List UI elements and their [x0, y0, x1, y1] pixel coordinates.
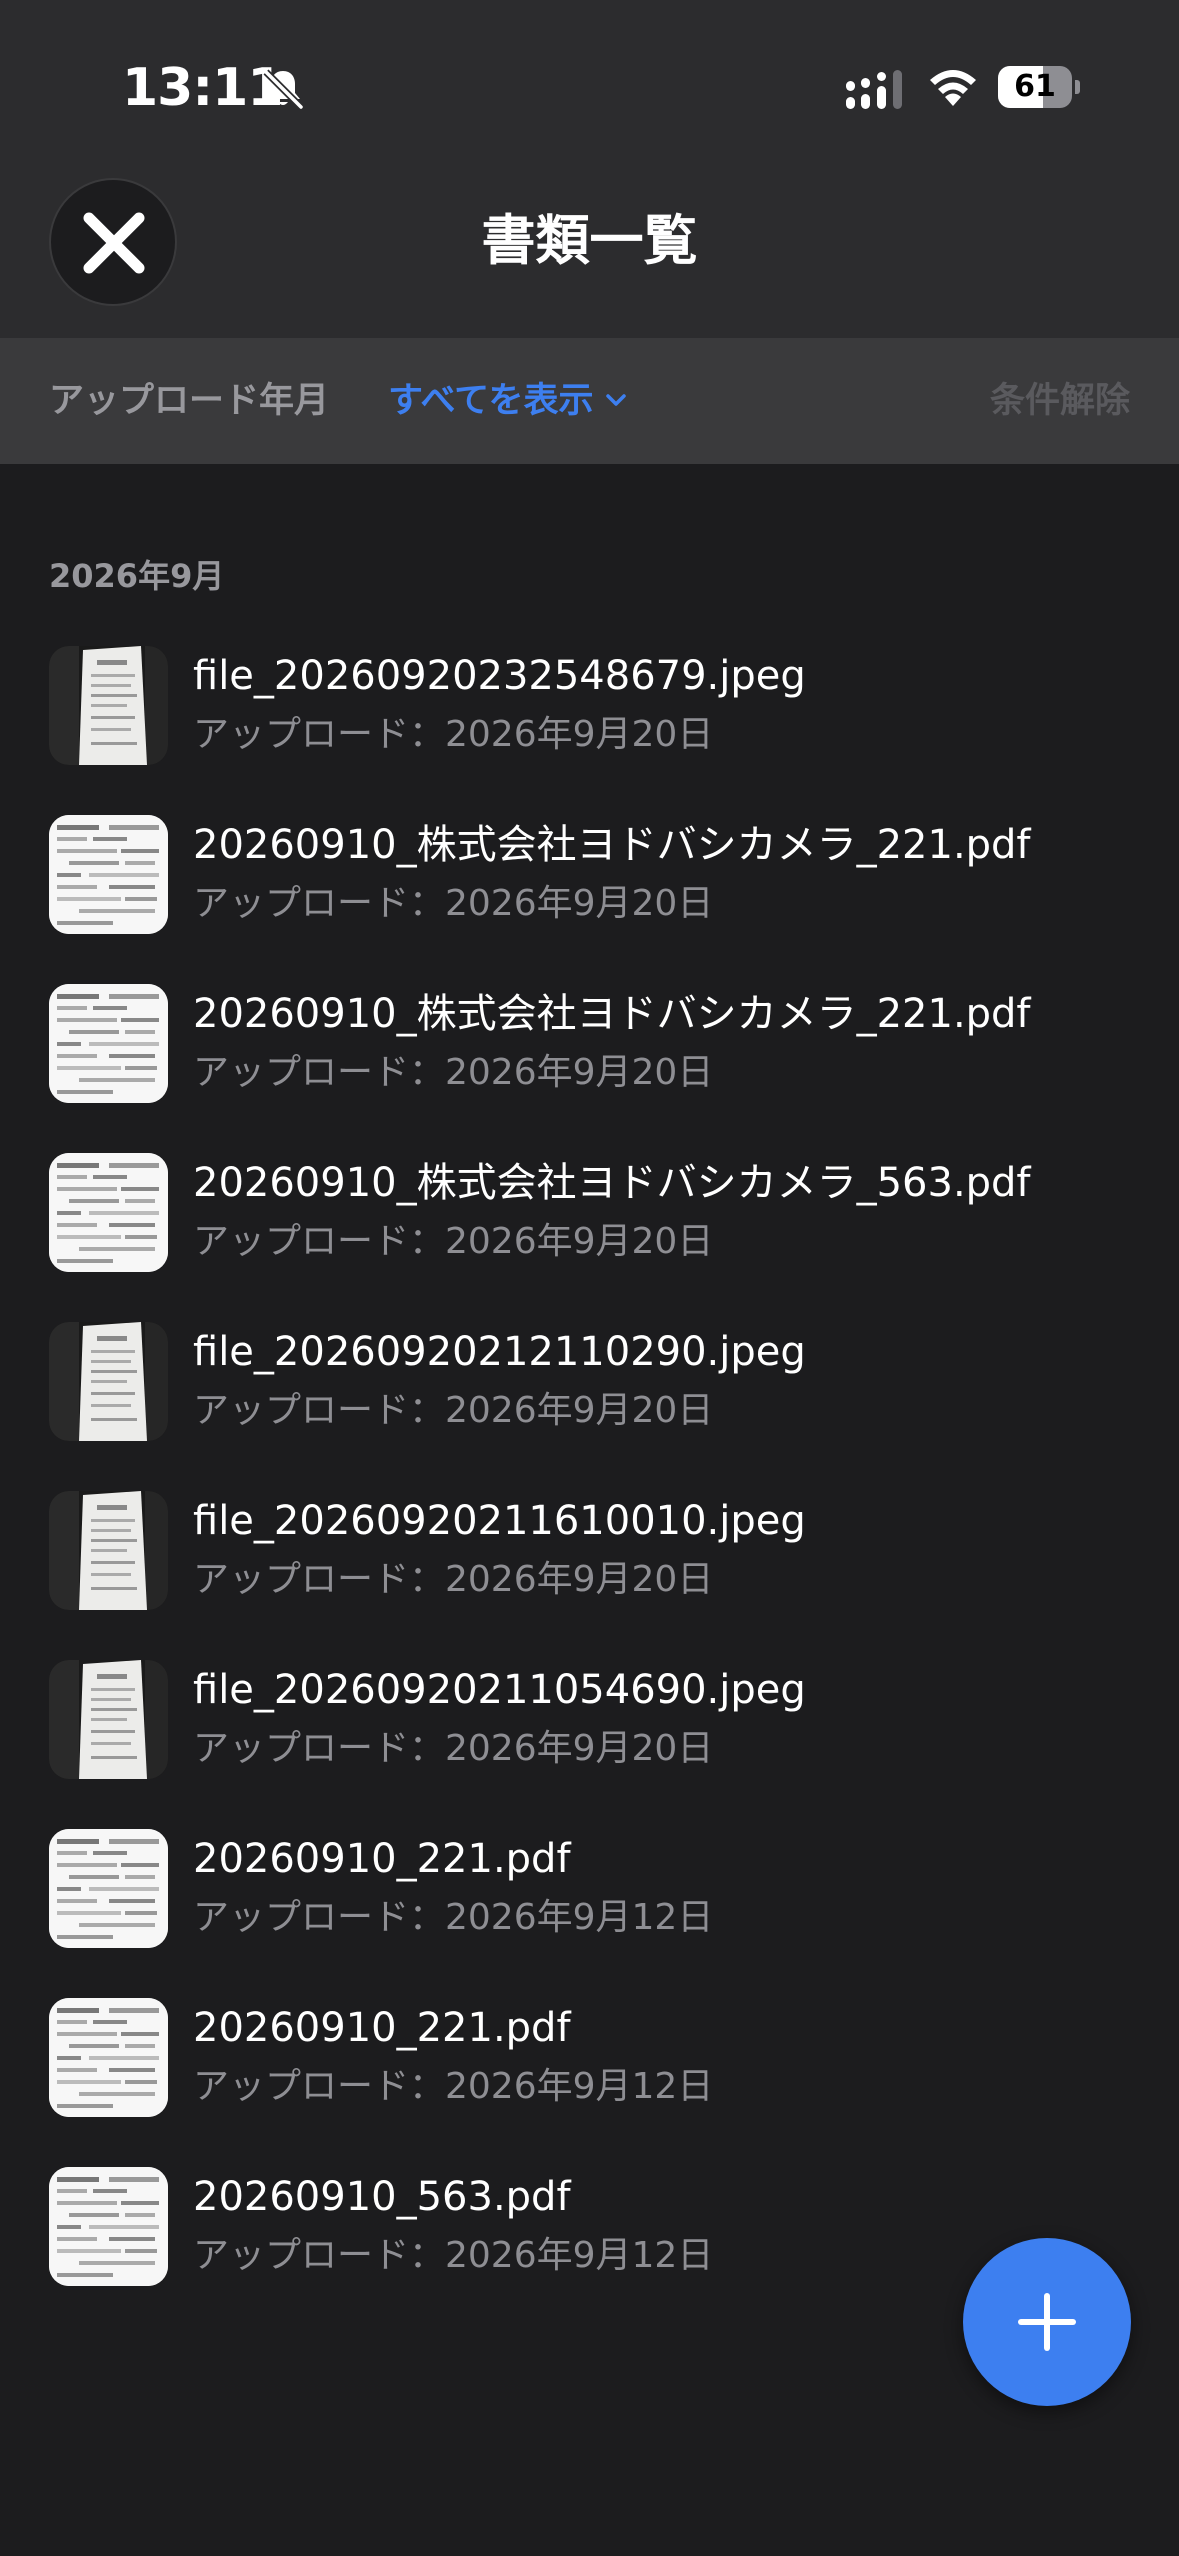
document-row[interactable]: file_20260920212110290.jpeg アップロード：2026年9…: [0, 1303, 1179, 1472]
thumbnail-image: [49, 1660, 168, 1779]
thumbnail-image: [49, 984, 168, 1103]
document-name: file_20260920211054690.jpeg: [193, 1667, 806, 1713]
document-row[interactable]: file_20260920211610010.jpeg アップロード：2026年9…: [0, 1472, 1179, 1641]
document-name: 20260910_株式会社ヨドバシカメラ_563.pdf: [193, 1160, 1031, 1206]
photo-thumbnail: [49, 1660, 168, 1779]
month-section-header: 2026年9月: [49, 557, 225, 595]
thumbnail-image: [49, 1153, 168, 1272]
battery-indicator: 61: [998, 66, 1080, 108]
bell-muted-icon: [263, 69, 304, 110]
header: 13:11 61 書類一覧: [0, 0, 1179, 338]
upload-date: アップロード：2026年9月20日: [193, 883, 714, 924]
dropdown-selected-value: すべてを表示: [388, 381, 594, 421]
upload-date: アップロード：2026年9月20日: [193, 714, 714, 755]
document-thumbnail: [49, 984, 168, 1103]
document-thumbnail: [49, 815, 168, 934]
document-row[interactable]: 20260910_株式会社ヨドバシカメラ_221.pdf アップロード：2026年…: [0, 796, 1179, 965]
battery-icon: 61: [998, 66, 1072, 108]
photo-thumbnail: [49, 646, 168, 765]
thumbnail-image: [49, 1491, 168, 1610]
thumbnail-image: [49, 1998, 168, 2117]
cellular-signal-icon: [846, 70, 902, 109]
thumbnail-image: [49, 646, 168, 765]
thumbnail-image: [49, 2167, 168, 2286]
wifi-icon: [930, 70, 976, 106]
upload-date: アップロード：2026年9月12日: [193, 1897, 714, 1938]
photo-thumbnail: [49, 1322, 168, 1441]
filter-label: アップロード年月: [49, 381, 330, 421]
upload-date: アップロード：2026年9月20日: [193, 1728, 714, 1769]
document-name: file_20260920211610010.jpeg: [193, 1498, 806, 1544]
add-document-button[interactable]: [963, 2238, 1131, 2406]
upload-date: アップロード：2026年9月12日: [193, 2235, 714, 2276]
document-thumbnail: [49, 1829, 168, 1948]
upload-date: アップロード：2026年9月20日: [193, 1559, 714, 1600]
plus-icon: [1018, 2293, 1076, 2351]
upload-month-dropdown[interactable]: すべてを表示: [388, 378, 627, 424]
chevron-down-icon: [606, 394, 627, 406]
document-list: file_20260920232548679.jpeg アップロード：2026年9…: [0, 627, 1179, 2317]
thumbnail-image: [49, 815, 168, 934]
thumbnail-image: [49, 1829, 168, 1948]
document-name: file_20260920232548679.jpeg: [193, 653, 806, 699]
page-title: 書類一覧: [481, 209, 698, 272]
thumbnail-image: [49, 1322, 168, 1441]
document-row[interactable]: 20260910_株式会社ヨドバシカメラ_563.pdf アップロード：2026年…: [0, 1134, 1179, 1303]
upload-date: アップロード：2026年9月12日: [193, 2066, 714, 2107]
document-thumbnail: [49, 2167, 168, 2286]
document-name: 20260910_株式会社ヨドバシカメラ_221.pdf: [193, 991, 1031, 1037]
document-name: 20260910_563.pdf: [193, 2174, 571, 2220]
upload-date: アップロード：2026年9月20日: [193, 1390, 714, 1431]
upload-date: アップロード：2026年9月20日: [193, 1221, 714, 1262]
document-name: file_20260920212110290.jpeg: [193, 1329, 806, 1375]
document-row[interactable]: 20260910_221.pdf アップロード：2026年9月12日: [0, 1979, 1179, 2148]
document-row[interactable]: 20260910_株式会社ヨドバシカメラ_221.pdf アップロード：2026年…: [0, 965, 1179, 1134]
document-name: 20260910_221.pdf: [193, 2005, 571, 2051]
document-thumbnail: [49, 1998, 168, 2117]
battery-level: 61: [1014, 69, 1056, 104]
document-thumbnail: [49, 1153, 168, 1272]
document-name: 20260910_221.pdf: [193, 1836, 571, 1882]
documents-screen: 13:11 61 書類一覧 アップロード年月 すべてを表示 条件解除 2026年…: [0, 0, 1179, 2556]
document-row[interactable]: 20260910_221.pdf アップロード：2026年9月12日: [0, 1810, 1179, 1979]
upload-date: アップロード：2026年9月20日: [193, 1052, 714, 1093]
photo-thumbnail: [49, 1491, 168, 1610]
document-row[interactable]: file_20260920211054690.jpeg アップロード：2026年9…: [0, 1641, 1179, 1810]
document-name: 20260910_株式会社ヨドバシカメラ_221.pdf: [193, 822, 1031, 868]
battery-cap: [1075, 80, 1080, 94]
document-row[interactable]: file_20260920232548679.jpeg アップロード：2026年9…: [0, 627, 1179, 796]
clear-filter-button[interactable]: 条件解除: [990, 378, 1130, 424]
filter-bar: アップロード年月 すべてを表示 条件解除: [0, 338, 1179, 464]
